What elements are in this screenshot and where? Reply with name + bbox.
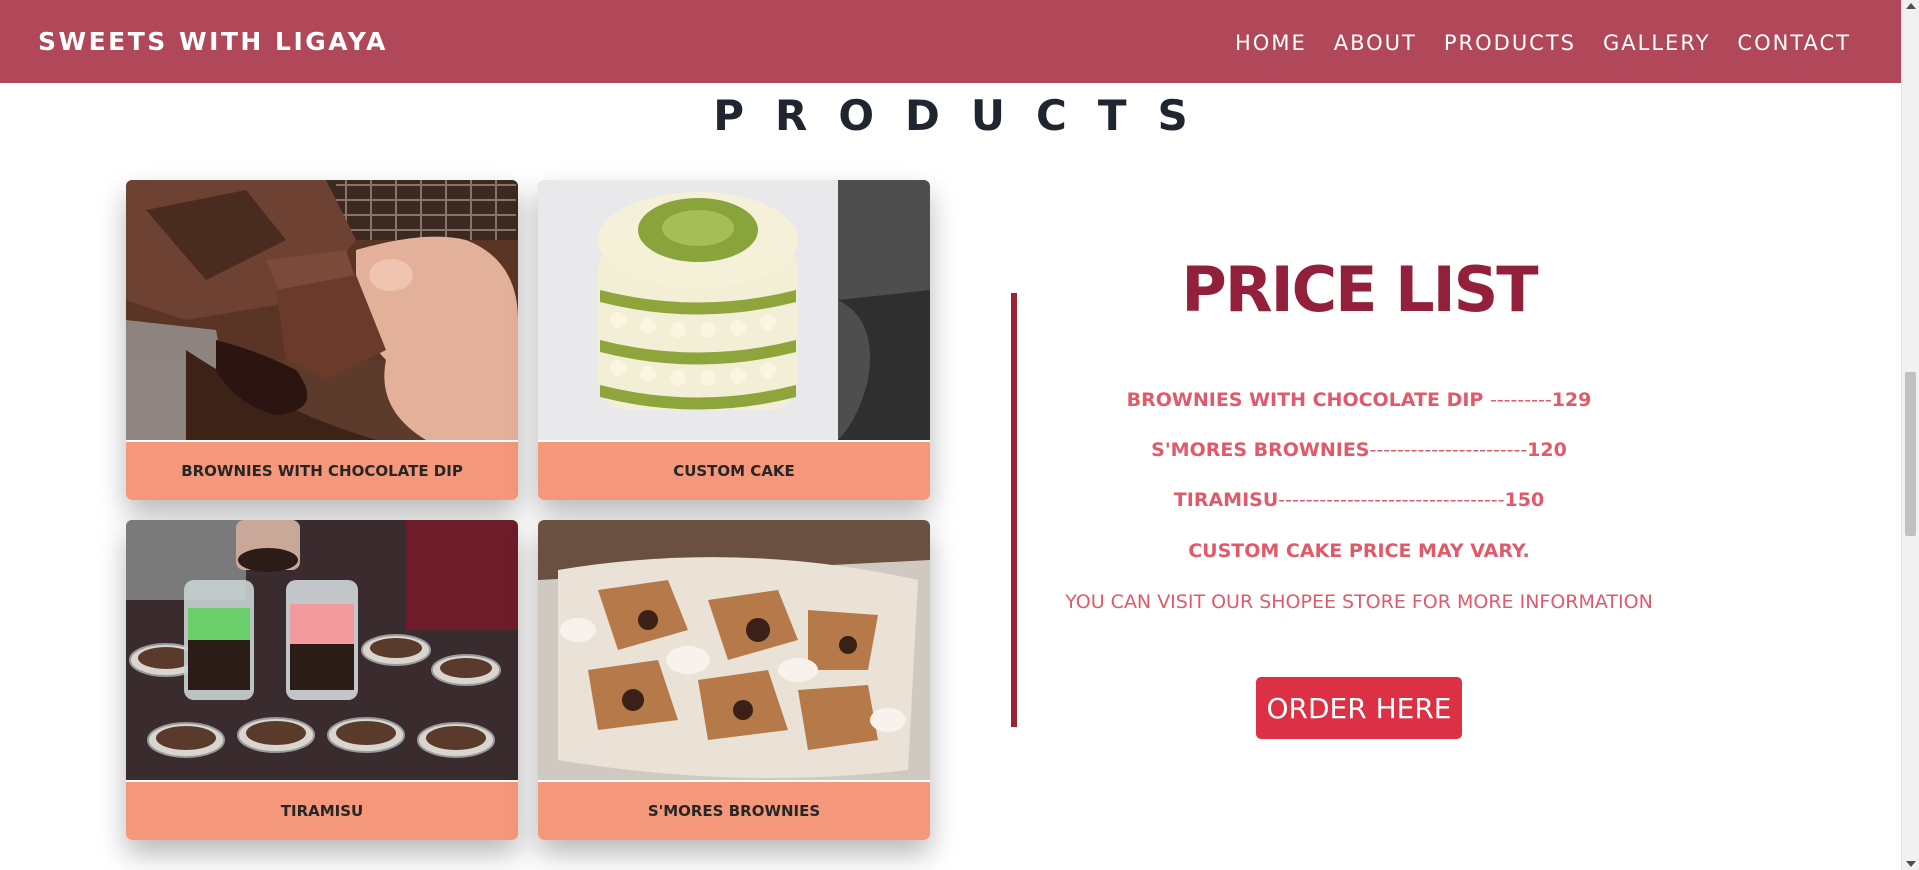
nav-link-home[interactable]: HOME — [1235, 31, 1307, 55]
nav-link-about[interactable]: ABOUT — [1334, 31, 1417, 55]
section-title: PRODUCTS — [713, 91, 1219, 140]
nav-links: HOME ABOUT PRODUCTS GALLERY CONTACT — [1235, 31, 1851, 55]
price-item-name: BROWNIES WITH CHOCOLATE DIP — [1126, 389, 1490, 411]
brand-logo-text[interactable]: SWEETS WITH LIGAYA — [38, 27, 388, 56]
price-item-price: 129 — [1551, 389, 1592, 411]
price-item-brownies: BROWNIES WITH CHOCOLATE DIP ---------129 — [1018, 389, 1700, 411]
custom-cake-note: CUSTOM CAKE PRICE MAY VARY. — [1188, 540, 1530, 562]
shopee-info-text: YOU CAN VISIT OUR SHOPEE STORE FOR MORE … — [1065, 591, 1653, 613]
scrollbar-thumb[interactable] — [1905, 372, 1916, 536]
product-image-custom-cake — [538, 180, 930, 440]
price-item-dashes: --------- — [1489, 389, 1552, 411]
product-card-custom-cake[interactable]: CUSTOM CAKE — [538, 180, 930, 500]
vertical-scrollbar[interactable] — [1901, 0, 1919, 870]
price-item-name: S'MORES BROWNIES — [1151, 439, 1370, 461]
price-item-name: TIRAMISU — [1173, 489, 1279, 511]
nav-link-contact[interactable]: CONTACT — [1737, 31, 1851, 55]
product-card-smores-brownies[interactable]: S'MORES BROWNIES — [538, 520, 930, 840]
price-item-dashes: ----------------------- — [1369, 439, 1528, 461]
navbar: SWEETS WITH LIGAYA HOME ABOUT PRODUCTS G… — [0, 0, 1901, 83]
page: SWEETS WITH LIGAYA HOME ABOUT PRODUCTS G… — [0, 0, 1901, 870]
price-item-tiramisu: TIRAMISU--------------------------------… — [1018, 489, 1700, 511]
product-caption: TIRAMISU — [126, 782, 518, 840]
product-image-smores-brownies — [538, 520, 930, 780]
scroll-up-arrow-icon[interactable] — [1906, 3, 1916, 9]
price-item-dashes: --------------------------------- — [1278, 489, 1505, 511]
product-image-brownies — [126, 180, 518, 440]
price-item-price: 120 — [1527, 439, 1567, 461]
price-list-title: PRICE LIST — [1181, 253, 1538, 326]
product-caption: BROWNIES WITH CHOCOLATE DIP — [126, 442, 518, 500]
product-card-tiramisu[interactable]: TIRAMISU — [126, 520, 518, 840]
nav-link-products[interactable]: PRODUCTS — [1444, 31, 1576, 55]
product-caption: S'MORES BROWNIES — [538, 782, 930, 840]
nav-link-gallery[interactable]: GALLERY — [1603, 31, 1710, 55]
price-list-divider — [1011, 293, 1017, 727]
scroll-down-arrow-icon[interactable] — [1906, 861, 1916, 867]
product-image-tiramisu — [126, 520, 518, 780]
product-caption: CUSTOM CAKE — [538, 442, 930, 500]
price-item-price: 150 — [1504, 489, 1545, 511]
product-card-brownies[interactable]: BROWNIES WITH CHOCOLATE DIP — [126, 180, 518, 500]
order-here-button[interactable]: ORDER HERE — [1256, 677, 1462, 739]
price-item-smores: S'MORES BROWNIES-----------------------1… — [1018, 439, 1700, 461]
